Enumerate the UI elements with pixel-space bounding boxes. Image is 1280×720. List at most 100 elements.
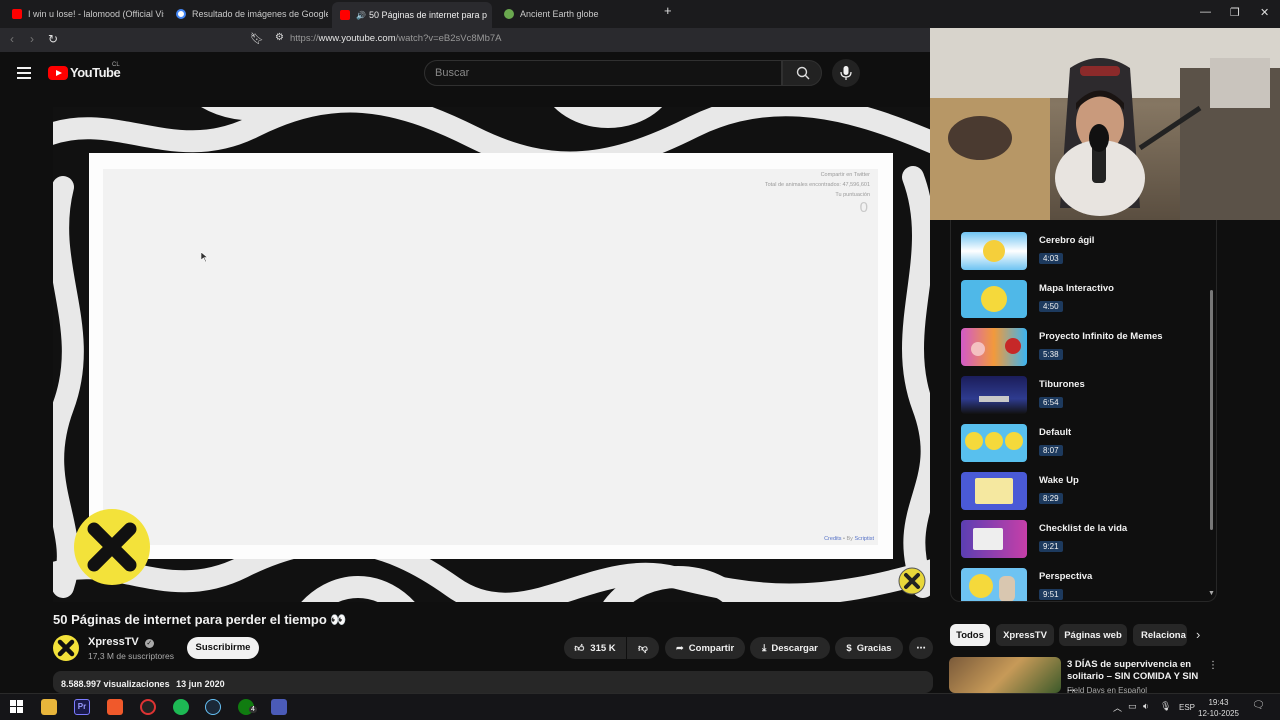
score-label: Tu puntuación [835, 192, 870, 198]
site-settings-icon[interactable]: ⚙︎ [275, 32, 284, 43]
upload-date: 13 jun 2020 [176, 679, 225, 689]
playlist-item[interactable]: Cerebro ágil 4:03 [961, 232, 1211, 272]
mic-tray-icon[interactable]: 🎙︎ [1160, 701, 1171, 712]
description-box[interactable]: 8.588.997 visualizaciones 13 jun 2020 [53, 671, 933, 693]
playlist-item[interactable]: Proyecto Infinito de Memes 5:38 [961, 328, 1211, 368]
system-clock[interactable]: 19:43 12-10-2025 [1198, 697, 1239, 719]
chip-all[interactable]: Todos [950, 624, 990, 646]
download-button[interactable]: ⤓ Descargar [750, 637, 830, 659]
tab-2-label: Resultado de imágenes de Google [192, 9, 328, 19]
microphone-icon [840, 66, 852, 80]
download-icon: ⤓ [762, 642, 767, 654]
playlist-item-title: Default [1039, 427, 1072, 438]
tab-1-label: I win u lose! - lalomood (Official Visu [28, 9, 164, 19]
playlist-item[interactable]: Perspectiva 9:51 [961, 568, 1211, 601]
share-label: Compartir [688, 642, 735, 654]
credits-link: Credits [824, 536, 842, 542]
playlist-item[interactable]: Wake Up 8:29 [961, 472, 1211, 512]
video-player[interactable]: Compartir en Twitter Total de animales e… [53, 107, 930, 602]
windows-start-icon[interactable] [9, 699, 25, 715]
playlist-thumbnail [961, 328, 1027, 366]
thanks-icon: $ [846, 642, 852, 654]
share-twitter-link: Compartir en Twitter [820, 172, 870, 178]
tray-chevron-icon[interactable]: ︿ [1113, 701, 1122, 714]
thanks-button[interactable]: $ Gracias [835, 637, 903, 659]
playlist-scrollbar[interactable] [1210, 290, 1213, 530]
language-indicator[interactable]: ESP [1179, 703, 1195, 712]
playlist-item[interactable]: Tiburones 6:54 [961, 376, 1211, 416]
recommended-thumbnail[interactable] [949, 657, 1061, 693]
voice-search-button[interactable] [832, 59, 860, 87]
obs-icon[interactable] [140, 699, 156, 715]
chips-next-chevron-icon[interactable]: › [1196, 627, 1200, 642]
menu-icon[interactable] [17, 67, 31, 79]
brave-browser-icon[interactable] [107, 699, 123, 715]
steam-icon[interactable] [205, 699, 221, 715]
playlist-item-title: Cerebro ágil [1039, 235, 1095, 246]
playlist-item[interactable]: Mapa Interactivo 4:50 [961, 280, 1211, 320]
app-window-icon[interactable] [271, 699, 287, 715]
reload-icon[interactable]: ↻ [48, 32, 58, 46]
channel-name-text: XpressTV [88, 636, 139, 648]
bookmark-icon[interactable]: 🔖︎ [250, 32, 264, 45]
xpresstv-logo-icon [74, 509, 150, 585]
chip-related[interactable]: Relaciona [1133, 624, 1187, 646]
address-bar-row: ‹ › ↻ 🔖︎ ⚙︎ https://www.youtube.com/watc… [0, 28, 930, 52]
youtube-logo-icon[interactable] [48, 66, 68, 80]
premiere-pro-icon[interactable]: Pr [74, 699, 90, 715]
volume-icon[interactable]: 🔉︎ [1143, 701, 1149, 712]
webcam-overlay [930, 28, 1280, 220]
tab-4[interactable]: Ancient Earth globe [496, 4, 656, 24]
thanks-label: Gracias [856, 642, 892, 654]
url-field[interactable]: https://www.youtube.com/watch?v=eB2sVc8M… [290, 33, 502, 44]
close-window-icon[interactable]: ✕ [1260, 6, 1269, 19]
subscribe-button[interactable]: Suscribirme [187, 637, 259, 659]
youtube-favicon-icon [340, 10, 350, 20]
google-favicon-icon [176, 9, 186, 19]
playlist-item-title: Proyecto Infinito de Memes [1039, 331, 1163, 342]
channel-avatar[interactable] [53, 635, 79, 661]
maximize-icon[interactable]: ❐ [1230, 6, 1240, 19]
thumbs-down-icon: 👎︎ [638, 643, 648, 654]
playlist-item[interactable]: Checklist de la vida 9:21 [961, 520, 1211, 560]
dislike-button[interactable]: 👎︎ [627, 637, 659, 659]
minimize-icon[interactable]: — [1200, 6, 1211, 18]
search-button[interactable] [782, 60, 822, 86]
playlist-item[interactable]: Default 8:07 [961, 424, 1211, 464]
playlist-item-duration: 6:54 [1039, 397, 1063, 408]
scroll-down-arrow-icon[interactable]: ▼ [1208, 590, 1215, 597]
notifications-icon[interactable]: 🗨︎ [1252, 700, 1265, 711]
view-count: 8.588.997 visualizaciones [61, 679, 170, 689]
browser-tab-bar: I win u lose! - lalomood (Official Visu … [0, 0, 1280, 28]
tab-3-active[interactable]: 🔊 50 Páginas de internet para p ✕ [332, 2, 492, 28]
playlist-item-duration: 8:07 [1039, 445, 1063, 456]
playlist-thumbnail [961, 232, 1027, 270]
more-actions-button[interactable]: ⋯ [909, 637, 933, 659]
xbox-icon[interactable]: 4 [238, 699, 257, 715]
tab-1[interactable]: I win u lose! - lalomood (Official Visu [4, 4, 164, 24]
chip-web-pages[interactable]: Páginas web [1059, 624, 1127, 646]
like-button[interactable]: 👍︎ 315 K [564, 637, 626, 659]
playlist-item-duration: 4:50 [1039, 301, 1063, 312]
download-label: Descargar [771, 642, 818, 654]
new-tab-icon[interactable]: + [664, 3, 672, 18]
share-icon: ➦ [675, 642, 684, 654]
globe-favicon-icon [504, 9, 514, 19]
xpresstv-watermark-icon [898, 567, 926, 595]
youtube-header: YouTube CL Buscar [0, 52, 930, 96]
spotify-icon[interactable] [173, 699, 189, 715]
chip-xpresstv[interactable]: XpressTV [996, 624, 1054, 646]
back-icon[interactable]: ‹ [10, 32, 14, 46]
recommended-more-icon[interactable]: ⋮ [1208, 660, 1218, 671]
video-title: 50 Páginas de internet para perder el ti… [53, 612, 347, 627]
file-explorer-icon[interactable] [41, 699, 57, 715]
subscriber-count: 17,3 M de suscriptores [88, 651, 174, 661]
channel-name[interactable]: XpressTV ✓ [88, 636, 154, 648]
network-icon[interactable]: ▭ [1128, 701, 1137, 712]
forward-icon[interactable]: › [30, 32, 34, 46]
search-input[interactable]: Buscar [424, 60, 782, 86]
tab-3-label: 50 Páginas de internet para p [368, 10, 488, 20]
share-button[interactable]: ➦ Compartir [665, 637, 745, 659]
playlist-item-duration: 9:21 [1039, 541, 1063, 552]
tab-2[interactable]: Resultado de imágenes de Google [168, 4, 328, 24]
